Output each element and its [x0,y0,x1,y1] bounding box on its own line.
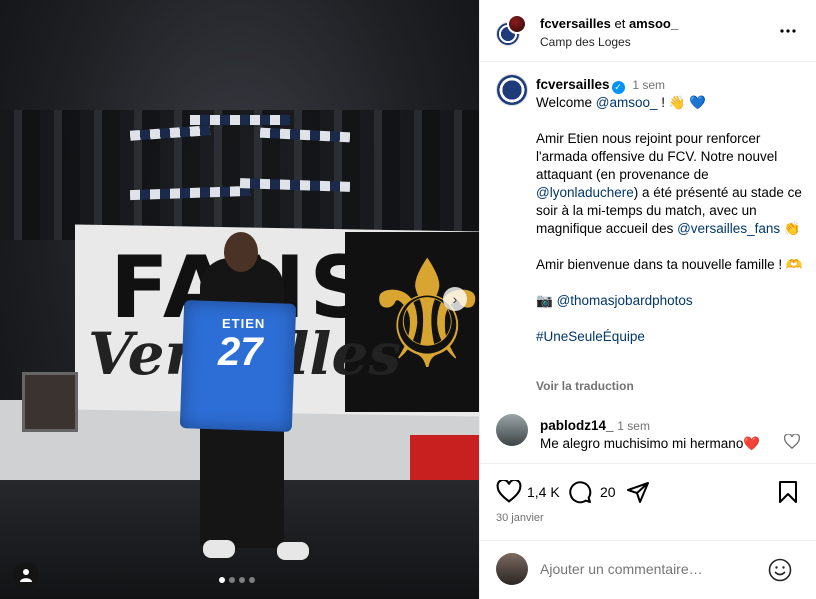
see-translation-link[interactable]: Voir la traduction [536,379,634,393]
carousel-dot [249,577,255,583]
caption-avatar[interactable] [496,74,528,106]
header-connector: et [614,16,626,31]
hashtag-link[interactable]: #UneSeuleÉquipe [536,328,806,346]
location-link[interactable]: Camp des Loges [540,35,631,49]
like-count[interactable]: 1,4 K [527,484,560,500]
caption-account-link[interactable]: fcversailles [536,77,610,92]
comment-header: pablodz14_ 1 sem [540,418,650,433]
caption-text: Amir Etien nous rejoint pour renforcer l… [536,131,778,182]
caption: fcversailles ✓ 1 sem Welcome @amsoo_ ! 👋 … [536,76,806,346]
header-account-link[interactable]: fcversailles [540,16,611,31]
post-date[interactable]: 30 janvier [496,512,544,524]
add-comment-bar [480,540,816,599]
emoji-icon[interactable] [768,558,792,582]
fan-scarf [190,115,290,125]
carousel-indicator [219,577,255,583]
carousel-dot [239,577,245,583]
mention-link[interactable]: @lyonladuchere [536,185,634,200]
player-shoe [277,542,309,560]
mention-link[interactable]: @thomasjobardphotos [557,293,693,308]
player-shoe [203,540,235,558]
carousel-next-button[interactable]: › [443,287,467,311]
post-side-panel: fcversailles et amsoo_ Camp des Loges fc… [479,0,816,599]
caption-text: Amir bienvenue dans ta nouvelle famille … [536,257,803,272]
like-comment-heart-icon[interactable] [784,434,800,449]
header-accounts: fcversailles et amsoo_ [540,16,678,31]
share-paper-plane-icon[interactable] [626,480,650,504]
caption-text: 👏 [780,221,801,236]
camera-icon: 📷 [536,293,553,308]
player-head [224,232,258,272]
commenter-name-link[interactable]: pablodz14_ [540,418,614,433]
user-icon [20,569,32,582]
mention-link[interactable]: @amsoo_ [596,95,658,110]
carousel-dot [219,577,225,583]
post-actions: 1,4 K 20 [480,463,816,517]
commenter-avatar[interactable] [496,414,528,446]
comment-count: 20 [600,484,616,500]
jersey-name: ETIEN [222,316,266,331]
chevron-right-icon: › [452,291,458,307]
mention-link[interactable]: @versailles_fans [677,221,780,236]
wall-window [22,372,78,432]
collaborator-avatar[interactable] [507,14,527,34]
comment-bubble-icon[interactable] [568,480,592,504]
caption-time: 1 sem [632,78,666,92]
comment-emoji: ❤️ [743,436,761,451]
comment-text-line: Me alegro muchisimo mi hermano❤️ [540,436,760,452]
post-header: fcversailles et amsoo_ Camp des Loges [480,0,816,62]
current-user-avatar [496,553,528,585]
like-action: 1,4 K [496,480,560,503]
header-collaborator-link[interactable]: amsoo_ [629,16,678,31]
verified-badge-icon: ✓ [611,81,625,94]
comment-action: 20 [568,480,616,504]
carousel-dot [229,577,235,583]
tagged-users-button[interactable] [13,562,39,588]
caption-text: Welcome [536,95,596,110]
caption-text: ! 👋 💙 [657,95,707,110]
crowd-stand [0,110,479,240]
more-options-icon[interactable] [779,22,797,40]
post-photo[interactable]: FANS Versailles ⚜ ETIEN 27 › [0,0,479,599]
save-bookmark-icon[interactable] [778,480,798,504]
comment-time: 1 sem [617,419,650,433]
comment-text: Me alegro muchisimo mi hermano [540,436,744,451]
jersey-number: 27 [218,330,263,374]
comment-input[interactable] [540,561,760,577]
comment-item: pablodz14_ 1 sem Me alegro muchisimo mi … [496,414,806,454]
like-heart-icon[interactable] [496,480,522,503]
fleur-de-lis-emblem: ⚜ [360,231,479,399]
